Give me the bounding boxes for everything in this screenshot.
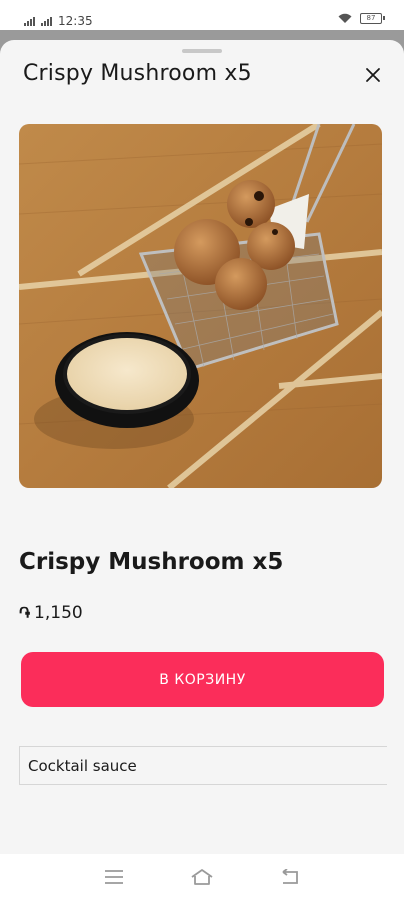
home-icon — [191, 869, 213, 885]
back-icon — [282, 869, 298, 884]
drag-handle[interactable] — [182, 49, 222, 53]
home-button[interactable] — [188, 863, 216, 891]
option-item[interactable]: Cocktail sauce — [19, 746, 387, 785]
menu-icon — [105, 870, 123, 884]
status-right: 87 — [338, 13, 385, 24]
signal-icon — [24, 16, 35, 26]
price-value: 1,150 — [34, 603, 83, 623]
sheet-title: Crispy Mushroom x5 — [23, 61, 252, 86]
menu-button[interactable] — [100, 863, 128, 891]
product-name: Crispy Mushroom x5 — [19, 549, 284, 575]
close-button[interactable] — [362, 64, 384, 86]
currency-symbol: ֏ — [19, 604, 31, 622]
signal-icon — [41, 16, 52, 26]
wifi-icon — [338, 13, 352, 24]
close-icon — [366, 68, 380, 82]
system-nav-bar — [0, 854, 404, 900]
status-time: 12:35 — [58, 14, 93, 28]
bottom-sheet: Crispy Mushroom x5 Crispy Mushroom x5 ֏ … — [0, 40, 404, 854]
product-image — [19, 124, 382, 488]
back-button[interactable] — [276, 863, 304, 891]
option-label: Cocktail sauce — [28, 756, 137, 775]
status-left: 12:35 — [24, 14, 93, 28]
battery-icon: 87 — [360, 13, 385, 24]
add-to-cart-button[interactable]: В КОРЗИНУ — [21, 652, 384, 707]
product-price: ֏ 1,150 — [19, 603, 83, 623]
